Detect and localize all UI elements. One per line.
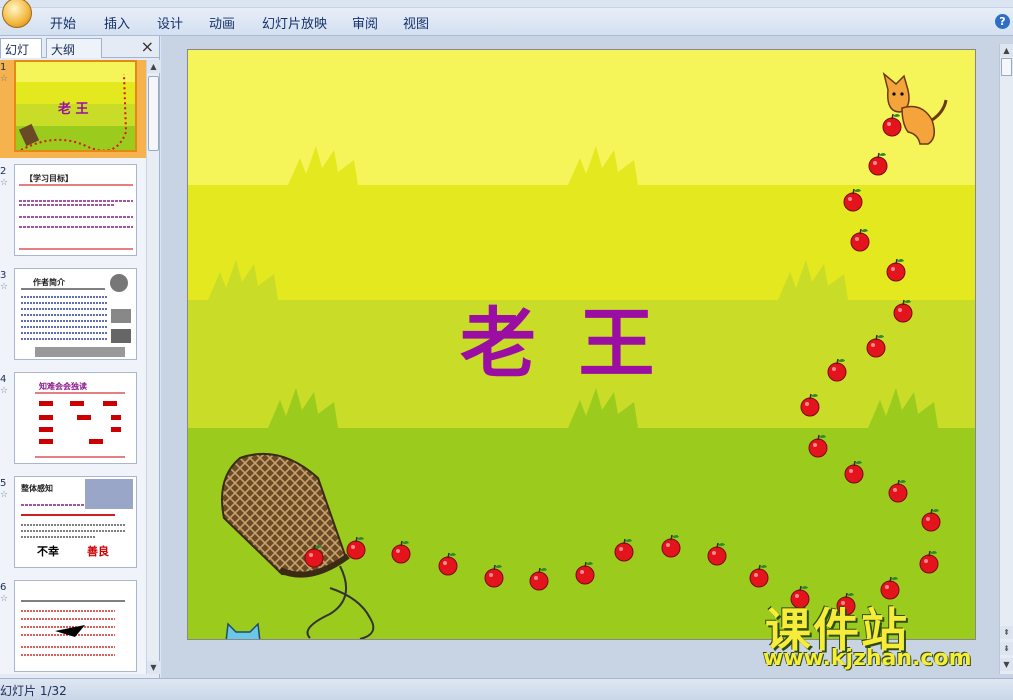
thumbnail-scrollbar[interactable]: ▲ ▼ [146, 60, 160, 674]
scroll-down-icon[interactable]: ▼ [1000, 658, 1013, 671]
thumbnail-title: 作者简介 [33, 278, 65, 287]
slide-thumbnail-row[interactable]: 4 ☆ 知难会会独读 [0, 372, 146, 470]
menu-home[interactable]: 开始 [50, 13, 76, 32]
slide-thumbnail-row[interactable]: 5 ☆ 整体感知 不幸 善良 [0, 476, 146, 574]
scroll-down-icon[interactable]: ▼ [147, 661, 160, 674]
menu-design[interactable]: 设计 [157, 13, 183, 32]
slide-thumbnail-row[interactable]: 3 ☆ 作者简介 [0, 268, 146, 366]
slide-number: 3 [0, 270, 7, 281]
ribbon-menu: 开始 插入 设计 动画 幻灯片放映 审阅 视图 ? [0, 0, 1013, 36]
scrollbar-thumb[interactable] [148, 76, 159, 151]
editor-scrollbar[interactable]: ▲ ⇞ ⇟ ▼ [999, 44, 1013, 674]
title-bar [0, 0, 1013, 8]
menu-slideshow[interactable]: 幻灯片放映 [262, 13, 327, 32]
tab-outline[interactable]: 大纲 [46, 38, 102, 58]
cat-peek-icon [225, 622, 261, 639]
scroll-up-icon[interactable]: ▲ [1000, 44, 1013, 57]
scrollbar-thumb[interactable] [1001, 58, 1012, 76]
slide-number: 2 [0, 166, 7, 177]
slide-thumbnail[interactable]: 作者简介 [14, 268, 137, 360]
slide-number: 5 [0, 478, 7, 489]
slide-counter: 幻灯片 1/32 [0, 684, 67, 698]
thumbnail-title: 知难会会独读 [39, 382, 87, 391]
next-slide-icon[interactable]: ⇟ [1000, 642, 1013, 655]
thumbnail-title: 老 王 [58, 102, 89, 117]
animation-star-icon: ☆ [0, 74, 9, 84]
apple-icon [304, 113, 941, 616]
watermark-url: www.kjzhan.com [763, 646, 972, 671]
panel-tabs: 幻灯片 大纲 × [0, 36, 160, 74]
menu-insert[interactable]: 插入 [104, 13, 130, 32]
slide-thumbnail-row[interactable]: 2 ☆ 【学习目标】 [0, 164, 146, 262]
help-icon[interactable]: ? [995, 14, 1010, 29]
slide-number: 6 [0, 582, 7, 593]
slide-thumbnail[interactable]: 知难会会独读 [14, 372, 137, 464]
animation-star-icon: ☆ [0, 490, 9, 500]
slide-number: 4 [0, 374, 7, 385]
powerpoint-window: 开始 插入 设计 动画 幻灯片放映 审阅 视图 ? 幻灯片 大纲 × 1 ☆ [0, 0, 1013, 700]
apple-trail [304, 113, 941, 616]
menu-animation[interactable]: 动画 [209, 13, 235, 32]
thumbnail-title: 【学习目标】 [25, 174, 73, 183]
status-bar: 幻灯片 1/32 [0, 678, 1013, 700]
thumbnail-list: 1 ☆ 老 王 2 ☆ 【学习目标】 3 ☆ 作者简介 4 ☆ 知难会会独读 5… [0, 60, 146, 674]
slide-thumbnail[interactable]: 整体感知 不幸 善良 [14, 476, 137, 568]
slide-thumbnail-row[interactable]: 6 ☆ [0, 580, 146, 674]
slide-thumbnail[interactable]: 老 王 [14, 60, 137, 152]
slides-panel: 幻灯片 大纲 × 1 ☆ 老 王 [0, 36, 160, 678]
animation-star-icon: ☆ [0, 178, 9, 188]
tab-slides[interactable]: 幻灯片 [0, 38, 42, 74]
menu-view[interactable]: 视图 [403, 13, 429, 32]
thumbnail-art [21, 600, 125, 656]
close-icon[interactable]: × [141, 37, 154, 56]
slide-thumbnail-row[interactable]: 1 ☆ 老 王 [0, 60, 146, 158]
thumbnail-label-b: 善良 [87, 545, 109, 558]
slide-thumbnail[interactable] [14, 580, 137, 672]
thumbnail-title: 整体感知 [21, 484, 53, 493]
animation-star-icon: ☆ [0, 282, 9, 292]
prev-slide-icon[interactable]: ⇞ [1000, 626, 1013, 639]
thumbnail-label-a: 不幸 [37, 545, 59, 558]
scroll-up-icon[interactable]: ▲ [147, 60, 160, 73]
slide-thumbnail[interactable]: 【学习目标】 [14, 164, 137, 256]
current-slide[interactable]: 老 王 [187, 49, 976, 640]
menu-review[interactable]: 审阅 [352, 13, 378, 32]
office-button-icon[interactable] [2, 0, 32, 28]
slide-number: 1 [0, 62, 7, 73]
animation-star-icon: ☆ [0, 594, 9, 604]
animation-star-icon: ☆ [0, 386, 9, 396]
